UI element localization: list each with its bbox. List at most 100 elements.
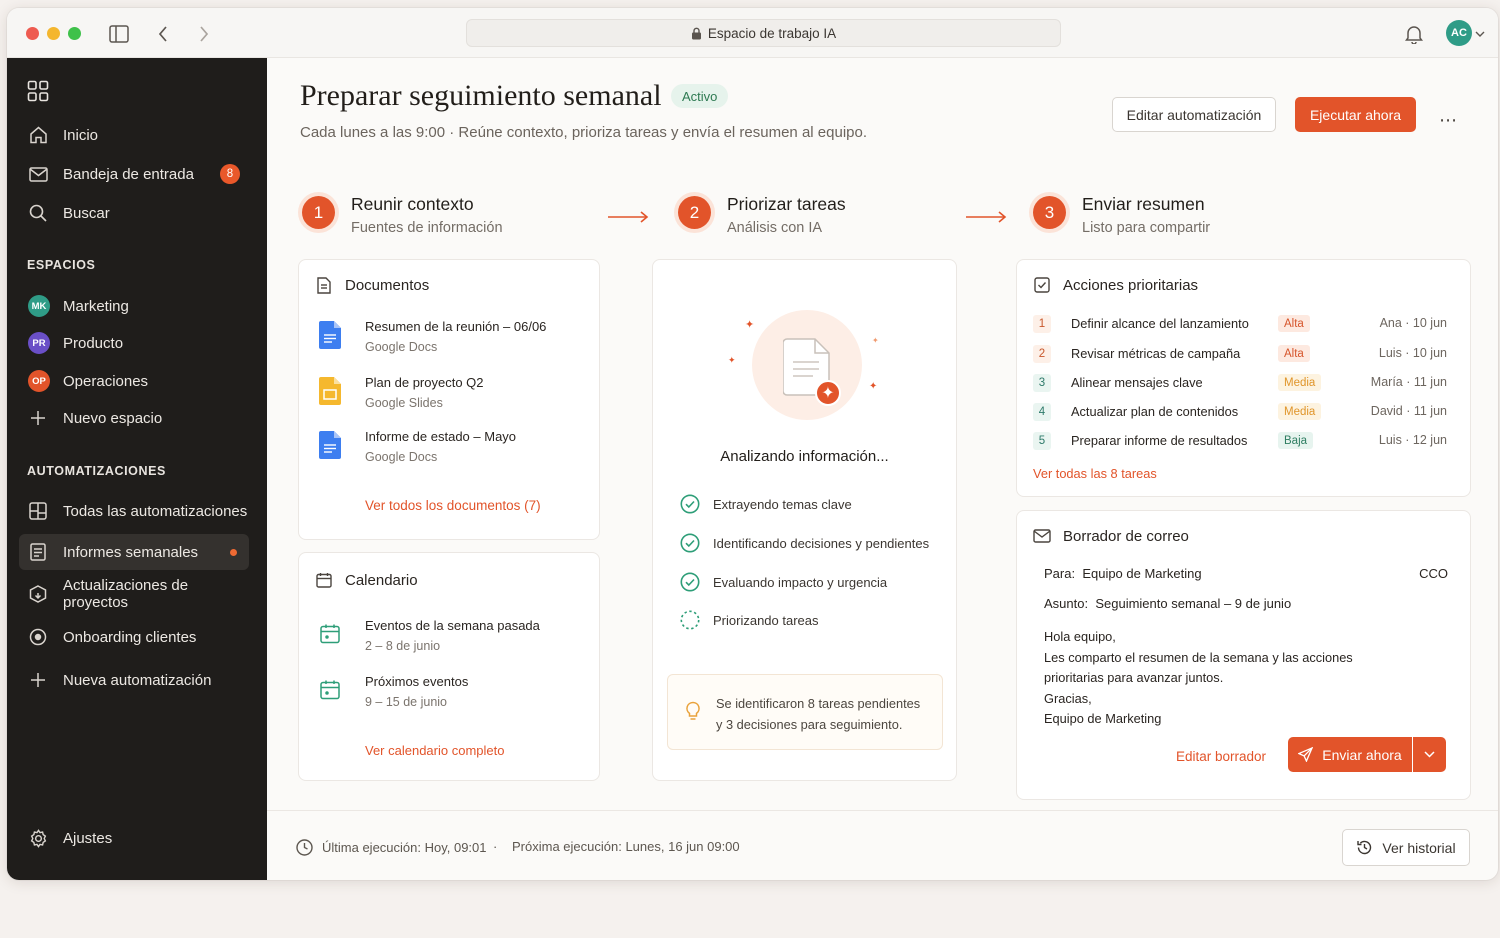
email-subject-row: Asunto: Seguimiento semanal – 9 de junio [1044, 596, 1291, 611]
mail-icon [1033, 527, 1051, 545]
email-body-line: Equipo de Marketing [1044, 711, 1162, 726]
task-row[interactable]: 3 Alinear mensajes clave Media María · 1… [1033, 372, 1451, 396]
edit-automation-button[interactable]: Editar automatización [1112, 97, 1276, 132]
step-1-subtitle: Fuentes de información [351, 220, 503, 236]
sidebar-item-inicio[interactable]: Inicio [19, 117, 249, 153]
task-row[interactable]: 5 Preparar informe de resultados Baja Lu… [1033, 430, 1451, 454]
view-all-tasks-link[interactable]: Ver todas las 8 tareas [1033, 466, 1157, 481]
plus-icon [28, 670, 48, 690]
check-circle-icon [680, 533, 700, 553]
subject-text[interactable]: Seguimiento semanal – 9 de junio [1095, 596, 1291, 611]
sparkle-icon: ✦ [815, 380, 841, 406]
grid-icon [28, 501, 48, 521]
task-row[interactable]: 1 Definir alcance del lanzamiento Alta A… [1033, 313, 1451, 337]
send-now-button[interactable]: Enviar ahora [1288, 737, 1412, 772]
google-docs-icon [319, 321, 341, 349]
document-name: Plan de proyecto Q2 [365, 375, 484, 390]
document-item[interactable]: Resumen de la reunión – 06/06 Google Docs [319, 318, 546, 358]
cco-toggle[interactable]: CCO [1419, 566, 1448, 581]
to-recipient[interactable]: Equipo de Marketing [1082, 566, 1201, 581]
task-row[interactable]: 2 Revisar métricas de campaña Alta Luis … [1033, 343, 1451, 367]
priority-badge: Alta [1278, 345, 1310, 362]
task-name: Alinear mensajes clave [1071, 375, 1203, 390]
task-assignee: Luis · 12 jun [1378, 433, 1447, 447]
calendar-item[interactable]: Eventos de la semana pasada 2 – 8 de juni… [319, 617, 540, 657]
close-window-button[interactable] [26, 27, 39, 40]
sidebar-item-actualizaciones-proyectos[interactable]: Actualizaciones de proyectos [19, 576, 249, 612]
analysis-card: ✦ ✦ ✦ ✦ ✦ Analizando información... Extr… [652, 259, 957, 781]
document-item[interactable]: Informe de estado – Mayo Google Docs [319, 428, 516, 468]
actions-card-header: Acciones prioritarias [1033, 276, 1198, 294]
sidebar-toggle-icon[interactable] [107, 22, 131, 46]
send-options-dropdown[interactable] [1413, 737, 1446, 772]
bell-icon[interactable] [1402, 22, 1426, 46]
sidebar-item-label: Nuevo espacio [63, 409, 163, 427]
next-run-text: Próxima ejecución: Lunes, 16 jun 09:00 [512, 839, 740, 854]
page-subtitle: Cada lunes a las 9:00 · Reúne contexto, … [300, 124, 867, 141]
automations-section-title: AUTOMATIZACIONES [27, 464, 166, 478]
analysis-step: Identificando decisiones y pendientes [680, 533, 929, 553]
maximize-window-button[interactable] [68, 27, 81, 40]
calendar-title: Calendario [345, 571, 418, 589]
sidebar: Inicio Bandeja de entrada 8 Buscar ESPAC… [7, 58, 267, 880]
sidebar-item-operaciones[interactable]: OP Operaciones [19, 363, 249, 399]
more-options-icon[interactable]: ⋯ [1439, 110, 1458, 131]
operaciones-badge: OP [28, 370, 50, 392]
sidebar-item-ajustes[interactable]: Ajustes [19, 820, 249, 856]
analysis-illustration: ✦ [752, 310, 862, 420]
step-1-title: Reunir contexto [351, 194, 474, 214]
chevron-down-icon[interactable] [1473, 22, 1487, 46]
minimize-window-button[interactable] [47, 27, 60, 40]
step-1-number: 1 [302, 196, 335, 229]
sidebar-item-informes-semanales[interactable]: Informes semanales [19, 534, 249, 570]
calendar-item-name: Eventos de la semana pasada [365, 618, 540, 633]
priority-badge: Media [1278, 374, 1322, 391]
address-bar[interactable]: Espacio de trabajo IA [466, 19, 1061, 47]
google-slides-icon [319, 377, 341, 405]
sidebar-item-nuevo-espacio[interactable]: Nuevo espacio [19, 400, 249, 436]
view-calendar-link[interactable]: Ver calendario completo [365, 743, 504, 758]
sidebar-item-buscar[interactable]: Buscar [19, 195, 249, 231]
document-source: Google Slides [365, 396, 443, 410]
sidebar-item-nueva-automatizacion[interactable]: Nueva automatización [19, 662, 249, 698]
task-name: Actualizar plan de contenidos [1071, 404, 1239, 419]
document-icon [315, 276, 333, 294]
sidebar-item-producto[interactable]: PR Producto [19, 325, 249, 361]
separator-dot: · [493, 839, 498, 854]
calendar-item-dates: 9 – 15 de junio [365, 695, 448, 709]
task-name: Preparar informe de resultados [1071, 433, 1248, 448]
sidebar-item-label: Marketing [63, 297, 129, 315]
run-now-button[interactable]: Ejecutar ahora [1295, 97, 1416, 132]
forward-arrow-icon[interactable] [192, 22, 216, 46]
step-3-number: 3 [1033, 196, 1066, 229]
google-docs-icon [319, 431, 341, 459]
last-run-info: Última ejecución: Hoy, 09:01 [296, 839, 487, 856]
sidebar-item-onboarding-clientes[interactable]: Onboarding clientes [19, 619, 249, 655]
task-number: 4 [1033, 403, 1051, 421]
user-avatar[interactable]: AC [1446, 20, 1472, 46]
task-row[interactable]: 4 Actualizar plan de contenidos Media Da… [1033, 401, 1451, 425]
sparkle-icon: ✦ [745, 319, 755, 331]
spaces-section-title: ESPACIOS [27, 258, 96, 272]
documents-card-header: Documentos [315, 276, 429, 294]
sidebar-item-bandeja[interactable]: Bandeja de entrada 8 [19, 156, 249, 192]
step-3-title: Enviar resumen [1082, 194, 1205, 214]
view-all-documents-link[interactable]: Ver todos los documentos (7) [365, 498, 541, 513]
email-body[interactable]: Hola equipo, Les comparto el resumen de … [1044, 627, 1353, 730]
unread-dot [230, 549, 237, 556]
back-arrow-icon[interactable] [151, 22, 175, 46]
sidebar-item-todas-automatizaciones[interactable]: Todas las automatizaciones [19, 493, 249, 529]
email-body-line: Gracias, [1044, 690, 1092, 706]
edit-draft-link[interactable]: Editar borrador [1176, 749, 1266, 764]
priority-badge: Baja [1278, 432, 1314, 449]
view-history-button[interactable]: Ver historial [1342, 829, 1470, 866]
step-2-title: Priorizar tareas [727, 194, 846, 214]
lock-icon [691, 27, 701, 39]
document-item[interactable]: Plan de proyecto Q2 Google Slides [319, 374, 484, 414]
app-grid-icon[interactable] [27, 80, 49, 107]
calendar-item[interactable]: Próximos eventos 9 – 15 de junio [319, 673, 468, 713]
sidebar-item-marketing[interactable]: MK Marketing [19, 288, 249, 324]
analysis-title: Analizando información... [720, 448, 889, 465]
page-title: Preparar seguimiento semanal [300, 79, 662, 112]
calendar-icon [315, 571, 333, 589]
